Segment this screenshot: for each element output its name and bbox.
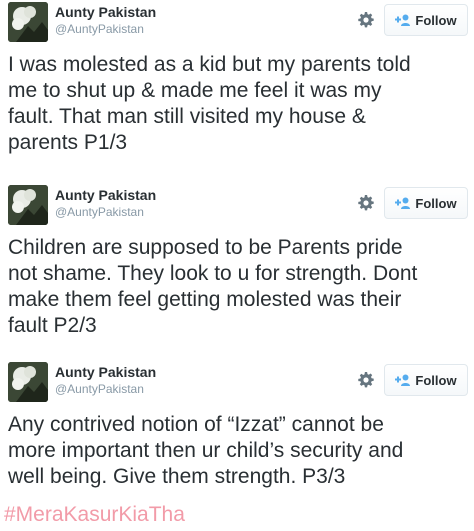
gear-icon[interactable] — [358, 12, 374, 28]
tweet-text: Children are supposed to be Parents prid… — [8, 236, 418, 337]
user-handle[interactable]: @AuntyPakistan — [55, 382, 144, 396]
follow-label: Follow — [415, 12, 457, 28]
avatar[interactable] — [8, 2, 48, 42]
gear-icon[interactable] — [358, 195, 374, 211]
add-user-icon — [395, 197, 411, 209]
follow-button[interactable]: Follow — [384, 4, 468, 36]
display-name[interactable]: Aunty Pakistan — [55, 187, 156, 203]
follow-label: Follow — [415, 195, 457, 211]
add-user-icon — [395, 14, 411, 26]
user-handle[interactable]: @AuntyPakistan — [55, 205, 144, 219]
follow-button[interactable]: Follow — [384, 364, 468, 396]
follow-label: Follow — [415, 372, 457, 388]
user-handle[interactable]: @AuntyPakistan — [55, 22, 144, 36]
avatar[interactable] — [8, 362, 48, 402]
profile-photo-icon — [8, 2, 48, 42]
gear-icon[interactable] — [358, 372, 374, 388]
tweet-text: I was molested as a kid but my parents t… — [8, 53, 411, 154]
hashtag-caption: #MeraKasurKiaTha — [4, 503, 185, 526]
profile-photo-icon — [8, 185, 48, 225]
follow-button[interactable]: Follow — [384, 187, 468, 219]
add-user-icon — [395, 374, 411, 386]
display-name[interactable]: Aunty Pakistan — [55, 364, 156, 380]
display-name[interactable]: Aunty Pakistan — [55, 4, 156, 20]
profile-photo-icon — [8, 362, 48, 402]
avatar[interactable] — [8, 185, 48, 225]
tweet-text: Any contrived notion of “Izzat” cannot b… — [8, 413, 404, 488]
